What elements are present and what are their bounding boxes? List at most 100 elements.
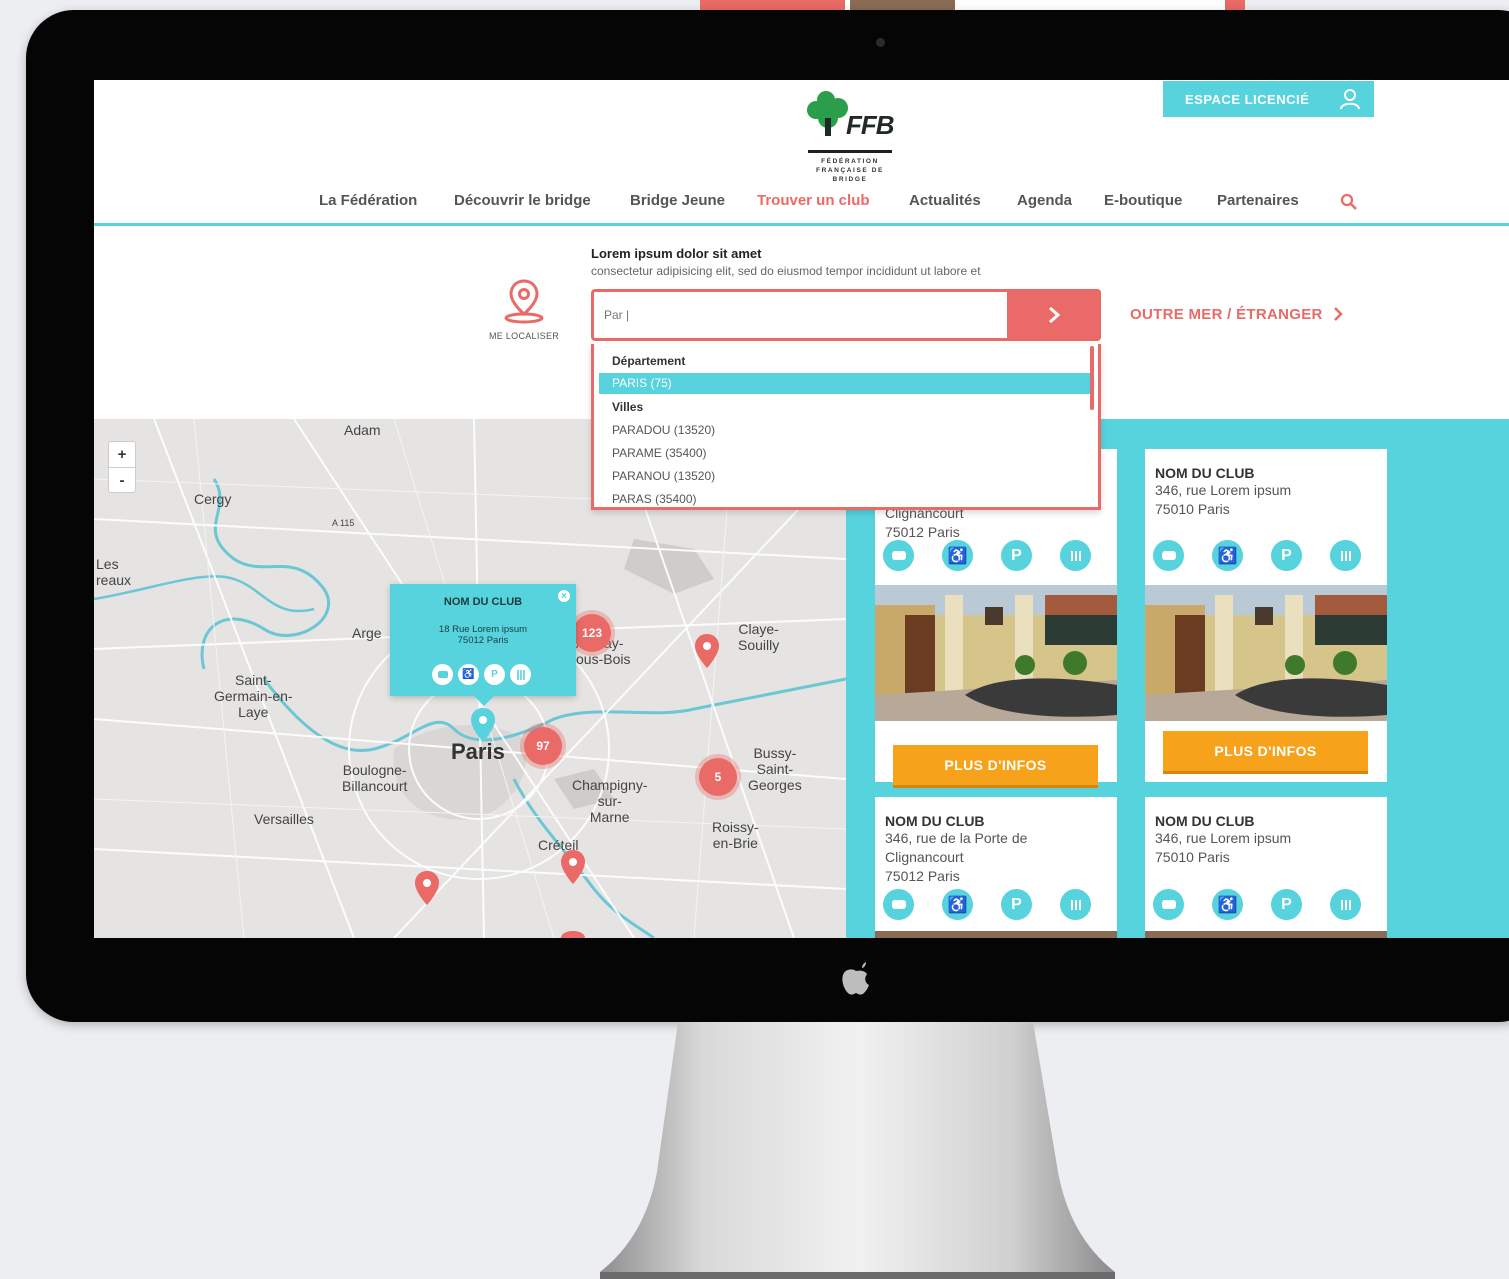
- dropdown-item[interactable]: PARAME (35400): [612, 446, 706, 460]
- map-place-label: Les reaux: [96, 556, 132, 588]
- main-nav: La Fédération Découvrir le bridge Bridge…: [94, 192, 1509, 218]
- dropdown-item[interactable]: PARAS (35400): [612, 492, 697, 506]
- map-pin-icon[interactable]: [694, 633, 720, 669]
- map-place-label: Roissy- en-Brie: [712, 819, 759, 851]
- nav-item-decouvrir[interactable]: Découvrir le bridge: [454, 192, 591, 209]
- nav-item-partenaires[interactable]: Partenaires: [1217, 192, 1299, 209]
- restaurant-icon: [1330, 540, 1361, 571]
- chat-icon: [1153, 889, 1184, 920]
- accessibility-icon: ♿: [1212, 889, 1243, 920]
- parking-icon: P: [1271, 889, 1302, 920]
- espace-licencie-button[interactable]: ESPACE LICENCIÉ: [1163, 81, 1374, 117]
- zoom-out-button[interactable]: -: [109, 468, 135, 493]
- restaurant-icon: [1060, 540, 1091, 571]
- map-place-label: Adam: [344, 422, 381, 438]
- dropdown-item-selected[interactable]: PARIS (75): [599, 373, 1091, 394]
- club-name: NOM DU CLUB: [885, 813, 985, 829]
- club-card[interactable]: NOM DU CLUB 346, rue de la Porte de Clig…: [875, 797, 1117, 938]
- restaurant-icon: [1330, 889, 1361, 920]
- monitor-stand: [600, 1022, 1115, 1279]
- map-pin-icon[interactable]: [414, 870, 440, 906]
- club-card[interactable]: NOM DU CLUB 346, rue Lorem ipsum 75010 P…: [1145, 797, 1387, 938]
- map-place-label: Boulogne- Billancourt: [342, 762, 408, 794]
- dropdown-item-label: PARIS (75): [612, 376, 672, 390]
- accessibility-icon: ♿: [458, 664, 479, 685]
- logo-subtitle: FÉDÉRATION FRANÇAISE DE BRIDGE: [808, 150, 892, 184]
- club-card[interactable]: NOM DU CLUB 346, rue Lorem ipsum 75010 P…: [1145, 449, 1387, 782]
- club-name: NOM DU CLUB: [1155, 813, 1255, 829]
- map-pin-icon[interactable]: [560, 849, 586, 885]
- nav-item-eboutique[interactable]: E-boutique: [1104, 192, 1182, 209]
- map-club-popup[interactable]: NOM DU CLUB 18 Rue Lorem ipsum 75012 Par…: [390, 584, 576, 706]
- chat-icon: [883, 889, 914, 920]
- map-place-label: Champigny- sur- Marne: [572, 777, 648, 825]
- club-search-input[interactable]: [604, 292, 1004, 338]
- restaurant-icon: [1060, 889, 1091, 920]
- dropdown-item[interactable]: PARADOU (13520): [612, 423, 715, 437]
- map-place-label: Cergy: [194, 491, 232, 507]
- zoom-in-button[interactable]: +: [109, 442, 135, 468]
- user-icon: [1340, 89, 1360, 110]
- club-name: NOM DU CLUB: [1155, 465, 1255, 481]
- club-photo: [875, 585, 1117, 721]
- map-place-label: Versailles: [254, 811, 314, 827]
- map-road-label: A 115: [332, 518, 355, 528]
- plus-infos-button[interactable]: PLUS D'INFOS: [1163, 731, 1368, 771]
- nav-item-trouver-club[interactable]: Trouver un club: [757, 192, 870, 209]
- search-suggestions-dropdown: Département PARIS (75) Villes PARADOU (1…: [591, 344, 1101, 510]
- camera-dot: [876, 38, 885, 47]
- search-title: Lorem ipsum dolor sit amet: [591, 246, 762, 261]
- club-address: 346, rue Lorem ipsum 75010 Paris: [1155, 482, 1292, 517]
- popup-club-name: NOM DU CLUB: [443, 596, 523, 608]
- chevron-right-icon: [1049, 306, 1061, 324]
- plus-infos-button[interactable]: PLUS D'INFOS: [893, 745, 1098, 785]
- logo-text: FFB: [846, 110, 895, 140]
- popup-amenity-icons: ♿ P: [432, 664, 531, 685]
- club-amenity-icons: ♿ P: [1153, 889, 1361, 920]
- restaurant-icon: [510, 664, 531, 685]
- apple-logo-icon: [842, 962, 869, 995]
- accessibility-icon: ♿: [942, 540, 973, 571]
- map-cluster-marker[interactable]: 123: [573, 614, 611, 652]
- outre-mer-label: OUTRE MER / ÉTRANGER: [1130, 306, 1323, 323]
- nav-item-agenda[interactable]: Agenda: [1017, 192, 1072, 209]
- search-icon[interactable]: [1340, 193, 1358, 211]
- nav-item-bridge-jeune[interactable]: Bridge Jeune: [630, 192, 725, 209]
- club-amenity-icons: ♿ P: [883, 540, 1091, 571]
- dropdown-group-departement: Département: [612, 354, 686, 368]
- club-photo: [1145, 931, 1387, 938]
- accessibility-icon: ♿: [942, 889, 973, 920]
- location-pin-icon: [504, 279, 544, 324]
- me-localiser-button[interactable]: ME LOCALISER: [482, 278, 566, 341]
- map-zoom-control: + -: [108, 441, 136, 493]
- chevron-right-icon: [1334, 307, 1343, 321]
- club-address: 346, rue Lorem ipsum 75010 Paris: [1155, 830, 1292, 865]
- dropdown-group-villes: Villes: [612, 400, 644, 414]
- club-amenity-icons: ♿ P: [883, 889, 1091, 920]
- nav-item-actualites[interactable]: Actualités: [909, 192, 981, 209]
- map-place-label: Bussy- Saint- Georges: [748, 745, 802, 793]
- chat-icon: [883, 540, 914, 571]
- dropdown-scrollbar[interactable]: [1090, 346, 1094, 410]
- chat-icon: [432, 664, 453, 685]
- parking-icon: P: [1001, 540, 1032, 571]
- outre-mer-link[interactable]: OUTRE MER / ÉTRANGER: [1130, 306, 1343, 323]
- map-cluster-marker[interactable]: 5: [699, 758, 737, 796]
- dropdown-item[interactable]: PARANOU (13520): [612, 469, 715, 483]
- map-cluster-marker[interactable]: 97: [524, 727, 562, 765]
- map-place-label: Saint- Germain-en- Laye: [214, 672, 293, 720]
- map-place-label: Claye- Souilly: [738, 621, 780, 653]
- map-pin-icon[interactable]: [560, 930, 586, 938]
- nav-item-federation[interactable]: La Fédération: [319, 192, 417, 209]
- chat-icon: [1153, 540, 1184, 571]
- popup-close-button[interactable]: ×: [558, 590, 570, 602]
- club-photo: [1145, 585, 1387, 721]
- club-photo: [875, 931, 1117, 938]
- nav-divider: [94, 223, 1509, 226]
- map-pin-selected-icon[interactable]: [470, 707, 496, 743]
- parking-icon: P: [484, 664, 505, 685]
- club-address: 346, rue de la Porte de Clignancourt 750…: [885, 830, 1028, 884]
- search-subtitle: consectetur adipisicing elit, sed do eiu…: [591, 264, 981, 278]
- me-localiser-label: ME LOCALISER: [488, 331, 560, 341]
- search-submit-button[interactable]: [1007, 289, 1101, 341]
